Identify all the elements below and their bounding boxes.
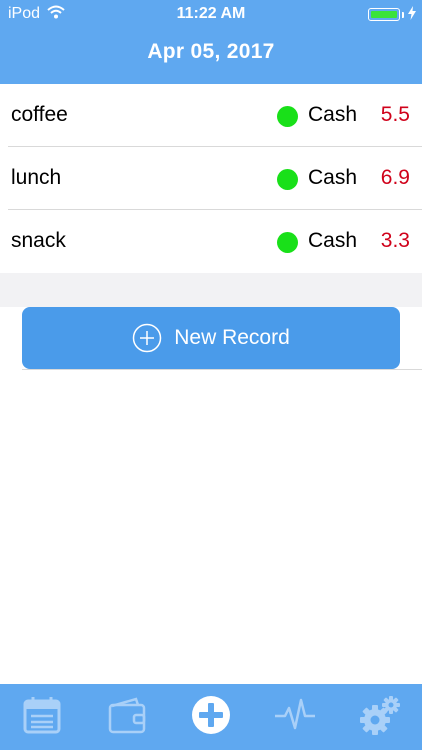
calendar-icon [21, 694, 63, 741]
page-title: Apr 05, 2017 [147, 40, 275, 63]
record-amount: 6.9 [380, 166, 410, 189]
add-icon [190, 694, 232, 741]
record-name: lunch [11, 166, 62, 189]
payment-method: Cash [308, 166, 358, 189]
record-amount: 3.3 [380, 229, 410, 252]
charging-bolt-icon [408, 6, 416, 25]
header: iPod 11:22 AM Apr 05, 2017 [0, 0, 422, 84]
new-record-label: New Record [174, 326, 290, 349]
tab-bar [0, 684, 422, 750]
payment-method: Cash [308, 103, 358, 126]
gear-icon [358, 694, 402, 741]
status-bar: iPod 11:22 AM [0, 0, 422, 28]
battery-icon [368, 8, 400, 21]
payment-status-dot [277, 232, 298, 253]
payment-status-dot [277, 106, 298, 127]
payment-method: Cash [308, 229, 358, 252]
record-list: coffee Cash 5.5 lunch Cash 6.9 snack Cas… [0, 84, 422, 273]
tab-settings[interactable] [350, 690, 410, 744]
record-amount: 5.5 [380, 103, 410, 126]
status-time: 11:22 AM [176, 5, 246, 22]
record-row[interactable]: coffee Cash 5.5 [0, 84, 422, 147]
tab-stats[interactable] [265, 690, 325, 744]
section-separator [0, 273, 422, 307]
record-name: coffee [11, 103, 68, 126]
divider [22, 369, 422, 370]
record-row[interactable]: snack Cash 3.3 [0, 210, 422, 273]
tab-calendar[interactable] [12, 690, 72, 744]
battery-tip [402, 12, 404, 18]
record-name: snack [11, 229, 66, 252]
tab-add[interactable] [181, 690, 241, 744]
new-record-button[interactable]: New Record [22, 307, 400, 369]
tab-wallet[interactable] [97, 690, 157, 744]
wallet-icon [106, 694, 148, 741]
payment-status-dot [277, 169, 298, 190]
pulse-icon [273, 694, 317, 741]
record-row[interactable]: lunch Cash 6.9 [0, 147, 422, 210]
plus-circle-icon [132, 323, 162, 353]
